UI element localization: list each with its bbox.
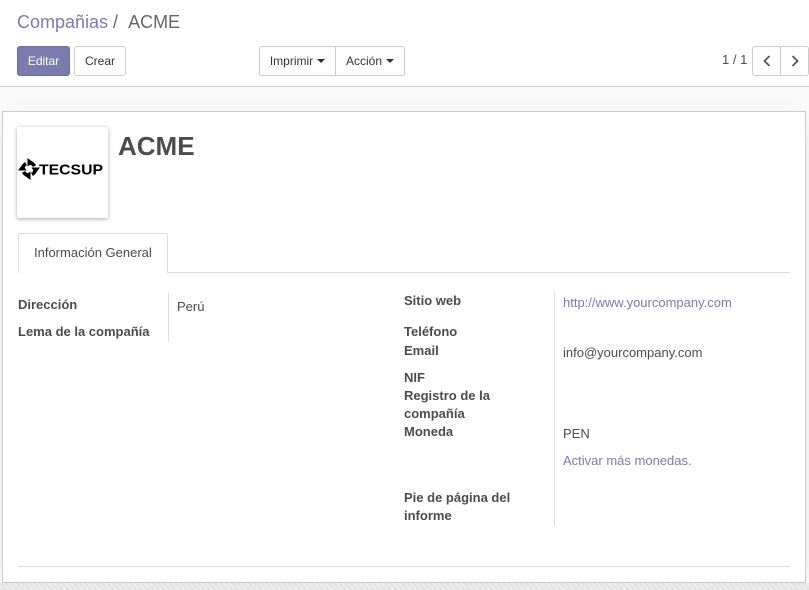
- activate-currencies-link[interactable]: Activar más monedas.: [563, 452, 692, 470]
- logo-image: TECSUP: [18, 158, 103, 180]
- field-value-email: info@yourcompany.com: [563, 345, 703, 360]
- field-label-phone: Teléfono: [404, 324, 458, 339]
- logo-text: TECSUP: [39, 162, 103, 179]
- print-label: Imprimir: [269, 54, 314, 68]
- breadcrumb-separator: /: [113, 12, 119, 32]
- field-value-address: Perú: [177, 299, 205, 314]
- logo-symbol: [18, 158, 40, 180]
- caret-down-icon: [317, 58, 326, 63]
- breadcrumb-current: ACME: [128, 12, 181, 32]
- field-label-vat: NIF: [404, 370, 425, 385]
- field-label-email: Email: [404, 343, 439, 358]
- action-dropdown-button[interactable]: Acción: [335, 46, 405, 76]
- pager-value[interactable]: 1 / 1: [722, 52, 747, 68]
- breadcrumb-companies-link[interactable]: Compañias: [17, 12, 108, 32]
- field-label-currency: Moneda: [404, 424, 454, 439]
- caret-down-icon: [386, 58, 395, 63]
- field-label-website: Sitio web: [404, 293, 462, 308]
- field-separator: [554, 293, 555, 526]
- chatter-area: [0, 583, 809, 590]
- field-value-currency: PEN: [563, 426, 590, 441]
- print-dropdown-button[interactable]: Imprimir: [259, 46, 336, 76]
- pager-previous-button[interactable]: [752, 46, 781, 76]
- website-link[interactable]: http://www.yourcompany.com: [563, 294, 732, 312]
- field-label-company-registry: Registro de la compañía: [404, 388, 490, 421]
- field-label-company-tagline: Lema de la compañía: [18, 324, 150, 339]
- chevron-left-icon: [762, 55, 770, 67]
- chevron-right-icon: [791, 55, 799, 67]
- tab-informacion-general[interactable]: Información General: [18, 233, 168, 273]
- sheet-bottom-divider: [18, 566, 790, 567]
- field-label-address: Dirección: [18, 297, 78, 312]
- edit-button[interactable]: Editar: [17, 46, 70, 76]
- control-panel: Compañias / ACME Editar Crear Imprimir Acc…: [0, 0, 809, 87]
- form-sheet: TECSUP ACME Información General Direcció…: [2, 111, 806, 583]
- record-title: ACME: [118, 131, 195, 161]
- company-logo: TECSUP: [17, 127, 108, 218]
- field-label-report-footer: Pie de página del informe: [404, 490, 511, 523]
- create-button[interactable]: Crear: [74, 46, 126, 76]
- field-separator: [168, 293, 169, 342]
- action-label: Acción: [345, 54, 383, 68]
- pager-next-button[interactable]: [780, 46, 809, 76]
- breadcrumb: Compañias / ACME: [17, 11, 180, 33]
